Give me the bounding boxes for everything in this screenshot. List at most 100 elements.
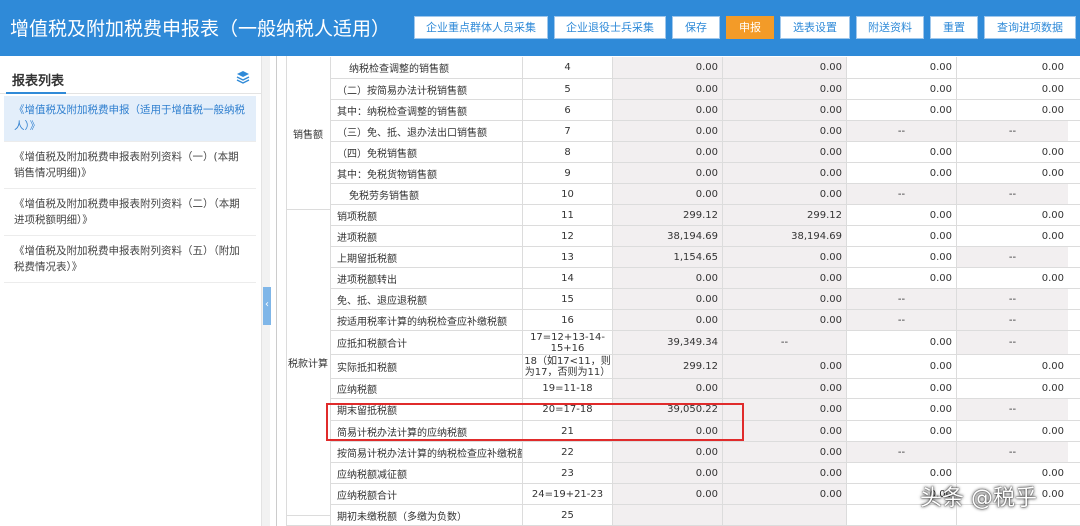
value-cell[interactable]: 0.00 bbox=[956, 379, 1068, 398]
row-label: 实际抵扣税额 bbox=[330, 355, 522, 378]
sidebar-title: 报表列表 bbox=[12, 74, 65, 89]
value-cell[interactable]: 0.00 bbox=[846, 142, 956, 162]
row-number: 18（如17<11，则为17，否则为11） bbox=[522, 355, 612, 378]
row-label: 应纳税额 bbox=[330, 379, 522, 398]
value-cell: 0.00 bbox=[722, 442, 846, 462]
value-cell: 0.00 bbox=[722, 379, 846, 398]
value-cell[interactable]: 0.00 bbox=[846, 268, 956, 288]
value-cell[interactable]: 0.00 bbox=[846, 226, 956, 246]
save-button[interactable]: 保存 bbox=[672, 16, 720, 39]
value-cell: 0.00 bbox=[722, 247, 846, 267]
table-row: 上期留抵税额 13 1,154.65 0.00 0.00 -- bbox=[286, 247, 1080, 268]
value-cell: -- bbox=[956, 399, 1068, 420]
value-cell bbox=[612, 505, 722, 525]
value-cell: 38,194.69 bbox=[722, 226, 846, 246]
row-number: 8 bbox=[522, 142, 612, 162]
value-cell[interactable]: 0.00 bbox=[846, 421, 956, 441]
row-number: 25 bbox=[522, 505, 612, 525]
row-label: 进项税额 bbox=[330, 226, 522, 246]
value-cell: 0.00 bbox=[612, 79, 722, 99]
row-label: （三）免、抵、退办法出口销售额 bbox=[330, 121, 522, 141]
value-cell[interactable]: 0.00 bbox=[846, 205, 956, 225]
collect-veterans-button[interactable]: 企业退役士兵采集 bbox=[554, 16, 666, 39]
value-cell[interactable]: 0.00 bbox=[956, 100, 1068, 120]
row-label: 其中：免税货物销售额 bbox=[330, 163, 522, 183]
table-row: 应纳税额 19=11-18 0.00 0.00 0.00 0.00 bbox=[286, 379, 1080, 399]
sidebar-item-main-return[interactable]: 《增值税及附加税费申报（适用于增值税一般纳税人）》 bbox=[4, 96, 256, 142]
row-label: 按适用税率计算的纳税检查应补缴税额 bbox=[330, 310, 522, 330]
attachments-button[interactable]: 附送资料 bbox=[856, 16, 924, 39]
value-cell: -- bbox=[956, 184, 1068, 204]
value-cell[interactable]: 0.00 bbox=[846, 57, 956, 78]
value-cell: -- bbox=[956, 247, 1068, 267]
value-cell: 0.00 bbox=[722, 163, 846, 183]
row-number: 14 bbox=[522, 268, 612, 288]
value-cell[interactable]: 0.00 bbox=[846, 331, 956, 354]
row-label: 其中：纳税检查调整的销售额 bbox=[330, 100, 522, 120]
value-cell[interactable]: 0.00 bbox=[956, 57, 1068, 78]
table-row: 实际抵扣税额 18（如17<11，则为17，否则为11） 299.12 0.00 0.0… bbox=[286, 355, 1080, 379]
value-cell[interactable]: 0.00 bbox=[956, 268, 1068, 288]
value-cell: 299.12 bbox=[612, 355, 722, 378]
row-label: （四）免税销售额 bbox=[330, 142, 522, 162]
value-cell[interactable]: 0.00 bbox=[846, 355, 956, 378]
value-cell: -- bbox=[846, 289, 956, 309]
highlight-box bbox=[326, 403, 744, 441]
value-cell[interactable]: 0.00 bbox=[956, 205, 1068, 225]
value-cell: 0.00 bbox=[612, 142, 722, 162]
query-input-data-button[interactable]: 查询进项数据 bbox=[984, 16, 1076, 39]
row-label: 应纳税额合计 bbox=[330, 484, 522, 504]
value-cell[interactable]: 0.00 bbox=[956, 421, 1068, 441]
row-number: 11 bbox=[522, 205, 612, 225]
table-row: 其中：免税货物销售额 9 0.00 0.00 0.00 0.00 bbox=[286, 163, 1080, 184]
row-number: 19=11-18 bbox=[522, 379, 612, 398]
value-cell: 0.00 bbox=[612, 463, 722, 483]
table-settings-button[interactable]: 选表设置 bbox=[780, 16, 850, 39]
value-cell[interactable]: 0.00 bbox=[956, 355, 1068, 378]
value-cell: 0.00 bbox=[612, 100, 722, 120]
value-cell[interactable]: 0.00 bbox=[846, 379, 956, 398]
report-list-sidebar: 报表列表 《增值税及附加税费申报（适用于增值税一般纳税人）》 《增值税及附加税费… bbox=[0, 56, 262, 526]
row-number: 7 bbox=[522, 121, 612, 141]
declare-button[interactable]: 申报 bbox=[726, 16, 774, 39]
row-number: 4 bbox=[522, 57, 612, 78]
value-cell: 0.00 bbox=[612, 442, 722, 462]
value-cell[interactable]: 0.00 bbox=[956, 226, 1068, 246]
row-label: 按简易计税办法计算的纳税检查应补缴税额 bbox=[330, 442, 522, 462]
row-label: 销项税额 bbox=[330, 205, 522, 225]
sidebar-toggle[interactable]: ‹ bbox=[263, 287, 271, 325]
value-cell[interactable]: 0.00 bbox=[956, 79, 1068, 99]
page-title: 增值税及附加税费申报表（一般纳税人适用） bbox=[10, 18, 391, 40]
sidebar-item-schedule-2[interactable]: 《增值税及附加税费申报表附列资料（二）（本期进项税额明细）》 bbox=[4, 190, 256, 236]
table-row: 按适用税率计算的纳税检查应补缴税额 16 0.00 0.00 -- -- bbox=[286, 310, 1080, 331]
reset-button[interactable]: 重置 bbox=[930, 16, 978, 39]
row-label: 纳税检查调整的销售额 bbox=[330, 57, 522, 78]
value-cell[interactable]: 0.00 bbox=[846, 247, 956, 267]
value-cell[interactable]: 0.00 bbox=[846, 163, 956, 183]
row-number: 10 bbox=[522, 184, 612, 204]
table-left-border bbox=[286, 56, 287, 526]
value-cell: 0.00 bbox=[612, 57, 722, 78]
layers-icon[interactable] bbox=[236, 70, 250, 84]
sidebar-item-schedule-1[interactable]: 《增值税及附加税费申报表附列资料（一）(本期销售情况明细)》 bbox=[4, 143, 256, 189]
value-cell[interactable]: 0.00 bbox=[846, 79, 956, 99]
group-label-tax-calc: 税款计算 bbox=[286, 210, 330, 516]
table-row: （四）免税销售额 8 0.00 0.00 0.00 0.00 bbox=[286, 142, 1080, 163]
value-cell: 0.00 bbox=[722, 121, 846, 141]
value-cell[interactable]: 0.00 bbox=[846, 100, 956, 120]
row-label: 免税劳务销售额 bbox=[330, 184, 522, 204]
value-cell: 0.00 bbox=[722, 57, 846, 78]
value-cell: 0.00 bbox=[612, 184, 722, 204]
value-cell[interactable]: 0.00 bbox=[846, 399, 956, 420]
row-number: 6 bbox=[522, 100, 612, 120]
value-cell: 0.00 bbox=[722, 289, 846, 309]
value-cell[interactable]: 0.00 bbox=[956, 163, 1068, 183]
row-label: 应抵扣税额合计 bbox=[330, 331, 522, 354]
value-cell: 0.00 bbox=[612, 310, 722, 330]
table-row: 其中：纳税检查调整的销售额 6 0.00 0.00 0.00 0.00 bbox=[286, 100, 1080, 121]
sidebar-item-schedule-5[interactable]: 《增值税及附加税费申报表附列资料（五）（附加税费情况表）》 bbox=[4, 237, 256, 283]
value-cell[interactable]: 0.00 bbox=[956, 142, 1068, 162]
row-number: 9 bbox=[522, 163, 612, 183]
value-cell: 0.00 bbox=[612, 163, 722, 183]
collect-key-group-button[interactable]: 企业重点群体人员采集 bbox=[414, 16, 548, 39]
